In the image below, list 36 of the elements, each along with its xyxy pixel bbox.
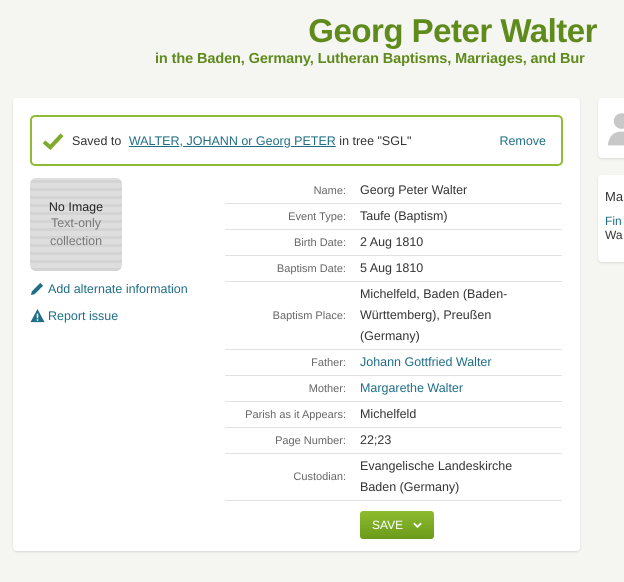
person-link[interactable]: Margarethe Walter [360,376,545,401]
field-label: Page Number: [274,434,346,446]
field-value: Michelfeld [360,406,418,423]
text-only-label: Text-only collection [48,214,104,250]
field-value: 22;23 [360,432,392,449]
check-icon [42,132,64,150]
side-card-text: Wa [605,228,624,242]
field-label: Event Type: [287,210,346,222]
field-value: 5 Aug 1810 [360,260,424,277]
caret-icon [413,522,422,528]
field-label: Father: [310,356,346,368]
field-value: Georg Peter Walter [360,182,468,199]
field-label: Parish as it Appears: [244,408,346,420]
no-image-label: No Image [48,200,104,214]
pencil-icon [30,281,45,296]
action-link[interactable]: Report issue [30,308,225,323]
saved-message: Saved to WALTER, JOHANN or Georg PETER in tree "SGL" [72,134,412,148]
warning-icon [30,308,45,323]
remove-link[interactable]: Remove [499,134,546,148]
side-card-link[interactable]: Fin [605,214,624,228]
field-value: 2 Aug 1810 [360,234,424,251]
field-label: Name: [312,184,346,196]
field-label: Custodian: [292,471,346,483]
action-link[interactable]: Add alternate information [30,281,225,296]
collection-subtitle: in the Baden, Germany, Lutheran Baptisms, Marriages, and Bur [155,50,586,68]
field-label: Mother: [308,382,346,394]
field-label: Baptism Place: [272,310,346,322]
tree-person-link[interactable]: WALTER, JOHANN or Georg PETER [128,134,336,148]
field-value: Michelfeld, Baden (Baden-Württemberg), Preußen (Germany) [360,286,508,345]
field-label: Baptism Date: [276,262,346,274]
record-title: Georg Peter Walter [307,12,597,50]
field-value: Evangelische Landeskirche Baden (Germany) [360,458,514,496]
field-label: Birth Date: [293,236,346,248]
side-card-title: Ma [605,189,624,204]
field-value: Taufe (Baptism) [360,208,449,225]
person-link[interactable]: Johann Gottfried Walter [360,350,545,375]
